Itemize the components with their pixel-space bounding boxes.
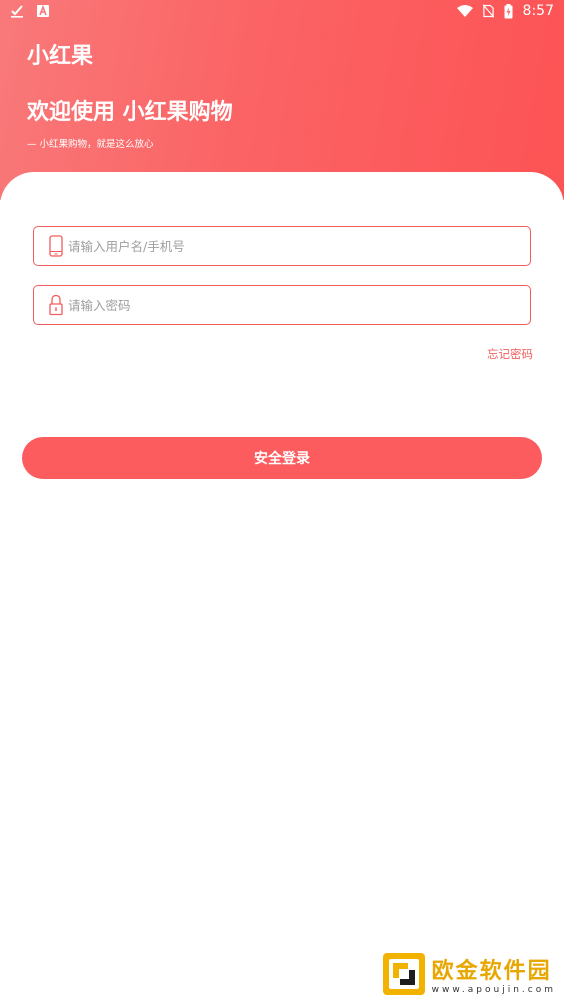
watermark-url: www.apoujin.com [431, 985, 556, 995]
wifi-icon [456, 5, 473, 17]
phone-icon [49, 235, 63, 257]
username-field[interactable] [33, 226, 531, 266]
login-button[interactable]: 安全登录 [22, 437, 542, 479]
no-sim-icon [482, 4, 494, 18]
password-field[interactable] [33, 285, 531, 325]
app-title: 小红果 [27, 44, 94, 69]
forgot-password-link[interactable]: 忘记密码 [487, 346, 533, 362]
status-time: 8:57 [522, 3, 554, 19]
battery-charging-icon [504, 3, 513, 18]
password-input[interactable] [68, 286, 518, 324]
header-banner: 8:57 小红果 欢迎使用 小红果购物 — 小红果购物，就是这么放心 [0, 0, 564, 200]
watermark-logo-icon [382, 953, 425, 995]
tagline: — 小红果购物，就是这么放心 [27, 139, 154, 150]
username-input[interactable] [68, 227, 518, 265]
a-notification-icon [37, 4, 49, 17]
status-bar: 8:57 [0, 0, 564, 24]
watermark-name: 欧金软件园 [431, 959, 552, 984]
check-download-icon [11, 5, 23, 18]
welcome-heading: 欢迎使用 小红果购物 [27, 100, 233, 125]
lock-icon [49, 294, 63, 316]
watermark: 欧金软件园 www.apoujin.com [382, 952, 556, 996]
